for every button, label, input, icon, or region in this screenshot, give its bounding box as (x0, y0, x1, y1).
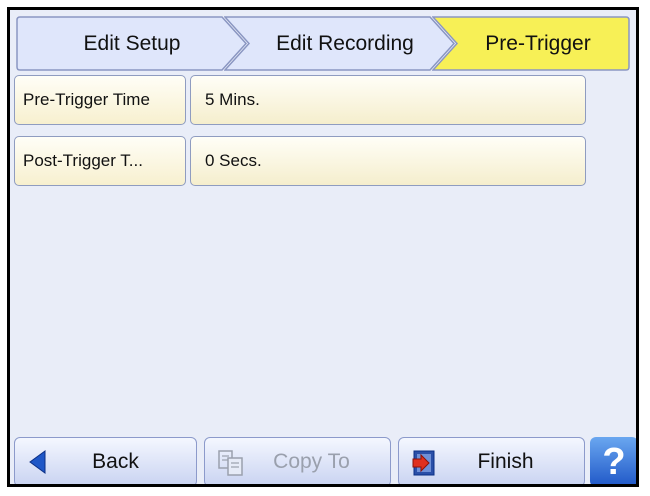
back-button-label: Back (92, 450, 139, 473)
back-button[interactable]: Back (14, 437, 197, 484)
tab-edit-recording-label: Edit Recording (276, 31, 414, 55)
finish-button-label: Finish (477, 450, 534, 473)
help-button[interactable]: ? (590, 437, 636, 484)
question-mark-icon: ? (602, 441, 626, 483)
field-label-pre-trigger-time[interactable]: Pre-Trigger Time (14, 75, 186, 125)
field-value-post-trigger-time[interactable]: 0 Secs. (190, 136, 586, 186)
app-window: Edit Setup Edit Recording Pre-Trigger Pr… (7, 7, 639, 487)
tab-edit-recording[interactable]: Edit Recording (224, 16, 456, 71)
copy-to-button-label: Copy To (273, 450, 350, 473)
tab-edit-setup[interactable]: Edit Setup (16, 16, 248, 71)
tab-pre-trigger[interactable]: Pre-Trigger (432, 16, 630, 71)
copy-to-button[interactable]: Copy To (204, 437, 391, 484)
breadcrumb: Edit Setup Edit Recording Pre-Trigger (16, 16, 630, 71)
finish-button[interactable]: Finish (398, 437, 585, 484)
tab-edit-setup-label: Edit Setup (83, 31, 181, 55)
field-label-post-trigger-time[interactable]: Post-Trigger T... (14, 136, 186, 186)
tab-pre-trigger-label: Pre-Trigger (485, 31, 591, 55)
field-value-pre-trigger-time[interactable]: 5 Mins. (190, 75, 586, 125)
